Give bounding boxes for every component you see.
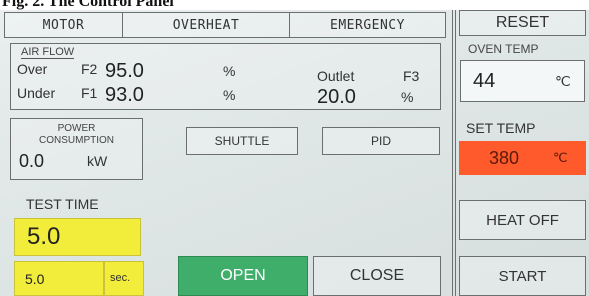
set-temp-field[interactable]: 380 ℃: [459, 141, 586, 175]
motor-button[interactable]: MOTOR: [4, 12, 123, 38]
panel-divider: [452, 10, 453, 296]
oven-temp-unit: ℃: [555, 73, 571, 89]
over-unit: %: [223, 63, 236, 79]
start-button[interactable]: START: [459, 256, 586, 296]
outlet-unit: %: [401, 89, 414, 105]
under-unit: %: [223, 87, 236, 103]
test-time-unit-box: sec.: [104, 261, 144, 296]
power-consumption-panel: POWER CONSUMPTION 0.0 kW: [10, 118, 143, 180]
test-time-setpoint-value: 5.0: [25, 271, 45, 287]
open-button[interactable]: OPEN: [178, 256, 308, 296]
shuttle-button[interactable]: SHUTTLE: [186, 127, 298, 155]
set-temp-value: 380: [489, 148, 520, 168]
power-value: 0.0: [19, 151, 45, 171]
test-time-setpoint-field[interactable]: 5.0: [14, 261, 104, 296]
close-button[interactable]: CLOSE: [313, 256, 441, 296]
test-time-value: 5.0: [27, 223, 61, 250]
motor-label: MOTOR: [42, 17, 85, 33]
under-value: 93.0: [105, 84, 144, 106]
panel-divider-inner: [455, 10, 456, 296]
open-label: OPEN: [220, 267, 266, 284]
air-flow-title: AIR FLOW: [21, 46, 75, 59]
emergency-label: EMERGENCY: [330, 17, 405, 33]
pid-button[interactable]: PID: [322, 127, 440, 155]
oven-temp-value: 44: [473, 70, 496, 92]
control-panel-screen: MOTOR OVERHEAT EMERGENCY AIR FLOW Over F…: [0, 10, 589, 296]
shuttle-label: SHUTTLE: [214, 134, 270, 148]
air-flow-panel: AIR FLOW Over F2 95.0 % Under F1 93.0 % …: [10, 43, 441, 110]
emergency-button[interactable]: EMERGENCY: [289, 12, 446, 38]
overheat-label: OVERHEAT: [172, 17, 240, 33]
heat-off-label: HEAT OFF: [486, 211, 559, 229]
oven-temp-display: 44 ℃: [460, 60, 585, 102]
close-label: CLOSE: [349, 267, 405, 284]
under-code: F1: [81, 85, 98, 101]
under-label: Under: [17, 85, 56, 101]
over-label: Over: [17, 61, 48, 77]
outlet-code: F3: [403, 68, 420, 84]
pid-label: PID: [370, 134, 391, 148]
outlet-value: 20.0: [317, 86, 356, 108]
figure-caption-text: Fig. 2. The Control Panel: [2, 0, 174, 10]
power-unit: kW: [87, 153, 108, 169]
set-temp-label: SET TEMP: [466, 120, 536, 136]
reset-label: RESET: [495, 14, 550, 31]
over-value: 95.0: [105, 60, 144, 82]
heat-off-button[interactable]: HEAT OFF: [459, 200, 586, 240]
reset-button[interactable]: RESET: [459, 10, 586, 36]
start-label: START: [498, 267, 547, 285]
overheat-button[interactable]: OVERHEAT: [122, 12, 290, 38]
set-temp-unit: ℃: [553, 150, 568, 165]
power-title-line1: POWER: [57, 123, 96, 134]
over-code: F2: [81, 61, 98, 77]
power-title-line2: CONSUMPTION: [39, 135, 114, 146]
oven-temp-label: OVEN TEMP: [468, 42, 539, 56]
test-time-unit: sec.: [110, 272, 131, 284]
test-time-title: TEST TIME: [26, 196, 99, 212]
test-time-display: 5.0: [14, 218, 141, 256]
outlet-label: Outlet: [317, 68, 355, 84]
